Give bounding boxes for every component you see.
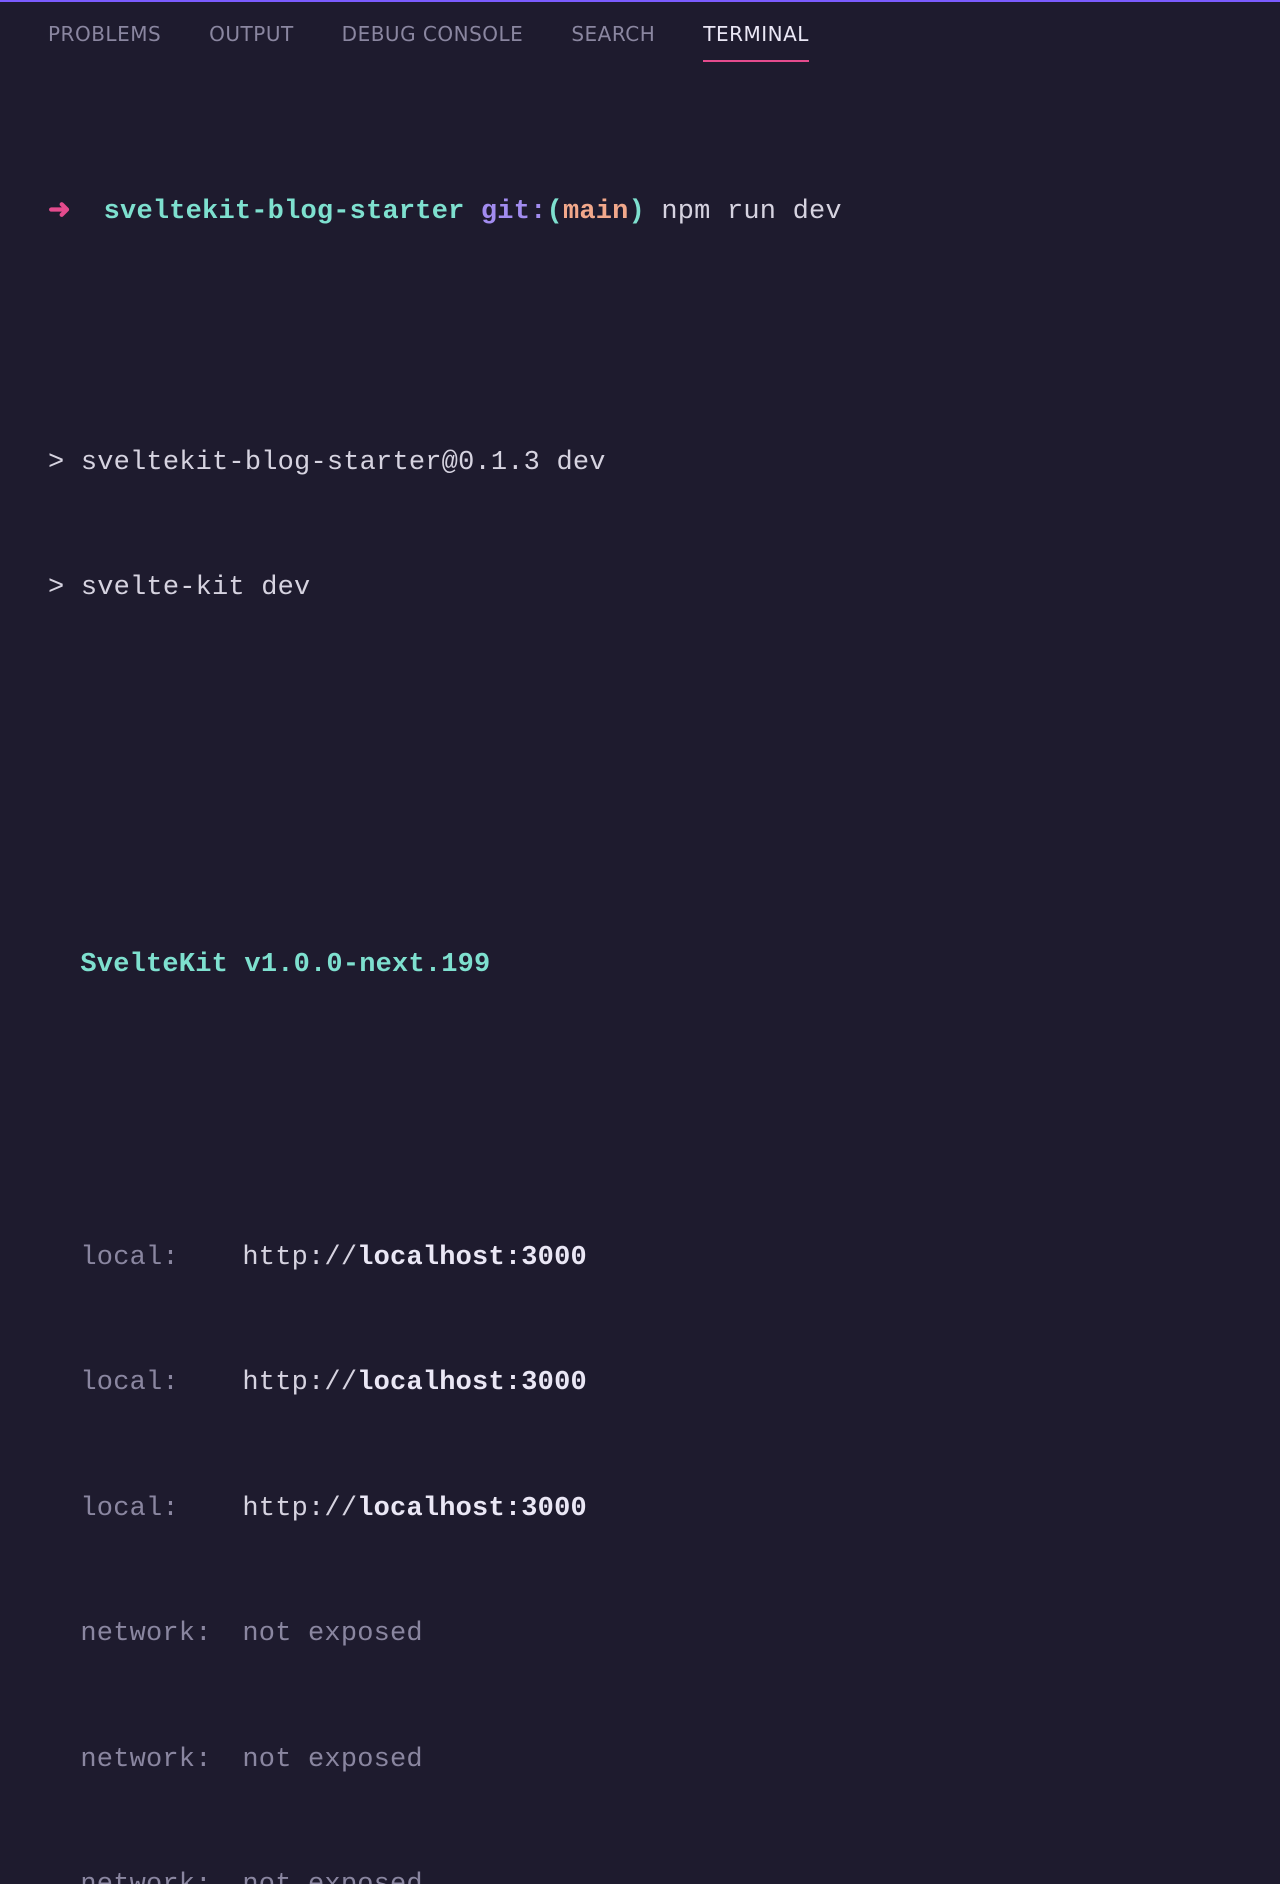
prompt-paren-open: ( [547,197,563,227]
prompt-branch: main [563,197,629,227]
local-url[interactable]: localhost:3000 [357,1494,587,1524]
network-line: network:not exposed [48,1865,1232,1884]
network-value: not exposed [242,1870,422,1884]
prompt-git-label: git: [481,197,547,227]
sveltekit-version: SvelteKit v1.0.0-next.199 [48,945,1232,987]
prompt-line: ➜ sveltekit-blog-starter git:(main) npm … [48,192,1232,234]
tab-search[interactable]: SEARCH [571,22,655,60]
addr-label: network: [80,1865,242,1884]
npm-line-2: > svelte-kit dev [48,568,1232,610]
tab-problems[interactable]: PROBLEMS [48,22,161,60]
addr-label: network: [80,1740,242,1782]
addr-label: local: [80,1363,242,1405]
blank-line [48,317,1232,359]
addr-label: network: [80,1614,242,1656]
local-url[interactable]: localhost:3000 [357,1243,587,1273]
tab-terminal[interactable]: TERMINAL [703,22,809,62]
network-value: not exposed [242,1745,422,1775]
blank-line [48,694,1232,736]
network-line: network:not exposed [48,1614,1232,1656]
prompt-command: npm run dev [661,197,841,227]
local-line: local:http://localhost:3000 [48,1238,1232,1280]
blank-line [48,819,1232,861]
addr-label: local: [80,1489,242,1531]
prompt-arrow-icon: ➜ [48,197,71,227]
network-value: not exposed [242,1619,422,1649]
tab-debug-console[interactable]: DEBUG CONSOLE [342,22,524,60]
addr-label: local: [80,1238,242,1280]
panel-tabbar: PROBLEMS OUTPUT DEBUG CONSOLE SEARCH TER… [0,2,1280,62]
terminal-output[interactable]: ➜ sveltekit-blog-starter git:(main) npm … [0,62,1280,1884]
network-line: network:not exposed [48,1740,1232,1782]
prompt-cwd: sveltekit-blog-starter [104,197,465,227]
blank-line [48,1070,1232,1112]
prompt-paren-close: ) [629,197,645,227]
local-line: local:http://localhost:3000 [48,1363,1232,1405]
local-url[interactable]: localhost:3000 [357,1368,587,1398]
local-line: local:http://localhost:3000 [48,1489,1232,1531]
tab-output[interactable]: OUTPUT [209,22,294,60]
npm-line-1: > sveltekit-blog-starter@0.1.3 dev [48,443,1232,485]
